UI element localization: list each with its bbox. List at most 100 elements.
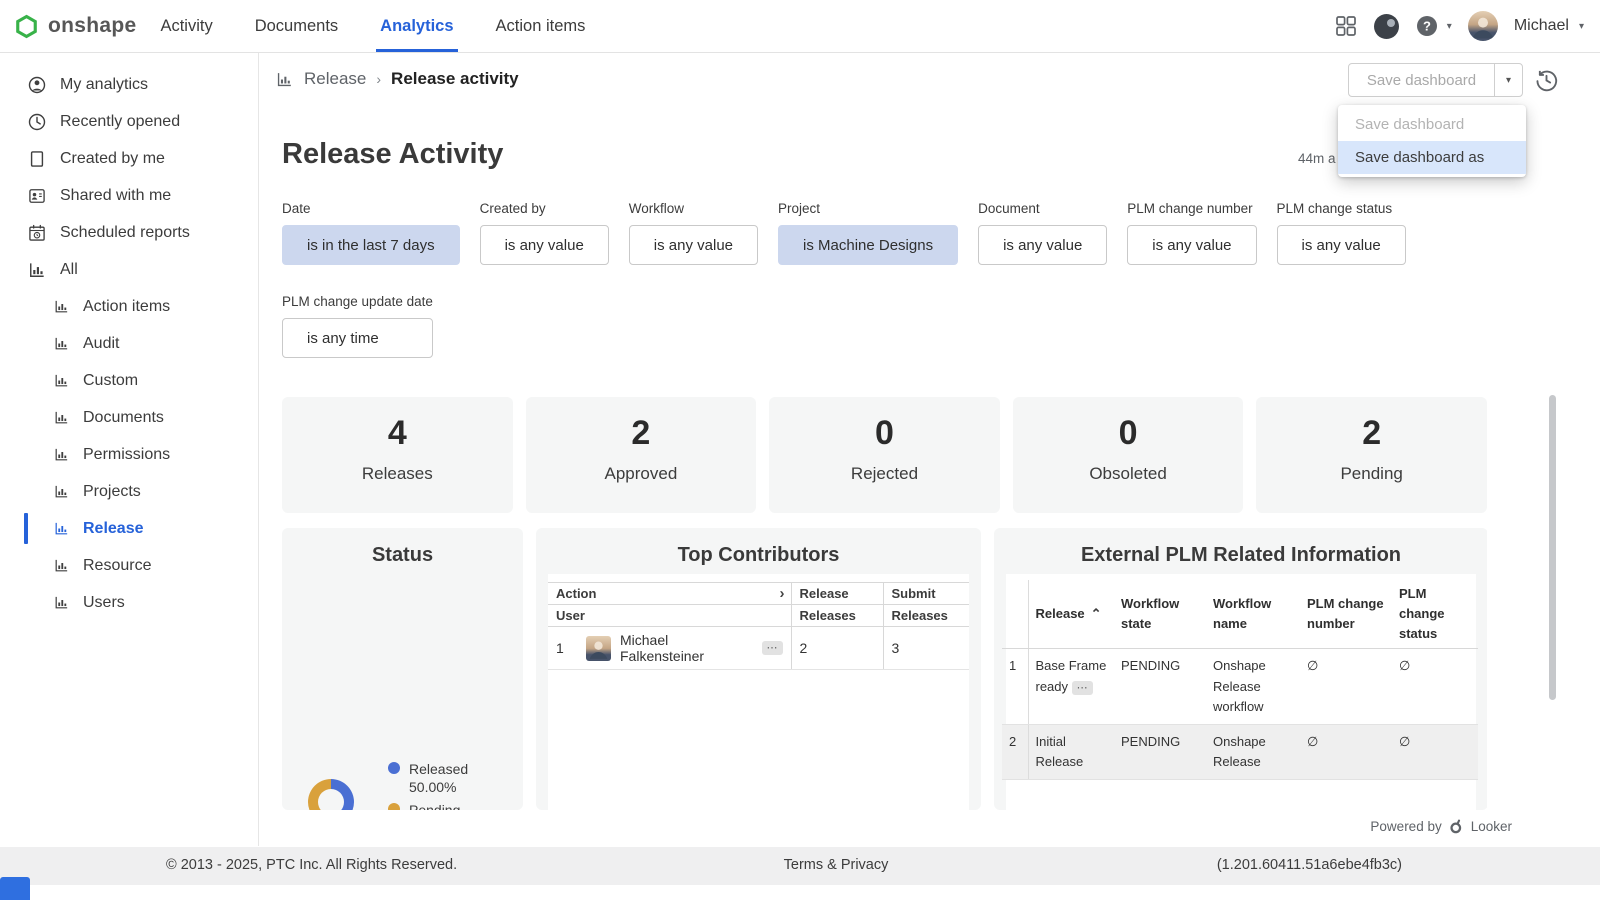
nav-analytics[interactable]: Analytics bbox=[380, 0, 453, 52]
sidebar-item-all[interactable]: All bbox=[0, 251, 258, 288]
save-dashboard-button[interactable]: Save dashboard bbox=[1348, 63, 1523, 97]
external-plm-title: External PLM Related Information bbox=[994, 544, 1487, 567]
filter-plm-change-update-date-button[interactable]: is any time bbox=[282, 318, 433, 358]
filter-workflow-button[interactable]: is any value bbox=[629, 225, 758, 265]
column-header-user[interactable]: User bbox=[548, 605, 791, 627]
dashboard-history-icon[interactable] bbox=[1534, 68, 1559, 93]
column-header-workflow-state[interactable]: Workflow state bbox=[1114, 580, 1206, 649]
filter-label: Project bbox=[778, 201, 958, 216]
row-number-header bbox=[1002, 580, 1028, 649]
user-avatar[interactable] bbox=[1468, 11, 1498, 41]
chart-icon bbox=[53, 520, 70, 537]
user-menu[interactable]: Michael bbox=[1514, 17, 1569, 35]
sidebar-item-label: Scheduled reports bbox=[60, 224, 190, 242]
status-donut bbox=[308, 779, 354, 810]
sidebar-item-action-items[interactable]: Action items bbox=[0, 288, 258, 325]
sidebar-item-custom[interactable]: Custom bbox=[0, 362, 258, 399]
filter-created-by-button[interactable]: is any value bbox=[480, 225, 609, 265]
chart-icon bbox=[53, 557, 70, 574]
kpi-value: 4 bbox=[282, 415, 513, 452]
more-icon[interactable] bbox=[1072, 681, 1093, 695]
onshape-logo[interactable]: onshape bbox=[0, 14, 136, 39]
sidebar-item-label: My analytics bbox=[60, 76, 148, 94]
external-plm-card: External PLM Related Information Release… bbox=[994, 528, 1487, 810]
help-icon[interactable] bbox=[1415, 14, 1439, 38]
vertical-scrollbar[interactable] bbox=[1549, 395, 1556, 700]
looker-logo-icon bbox=[1448, 818, 1465, 835]
user-caret-icon[interactable]: ▾ bbox=[1579, 21, 1584, 32]
onshape-logo-icon bbox=[14, 14, 39, 39]
build-version-text: (1.201.60411.51a6ebe4fb3c) bbox=[1217, 857, 1402, 873]
chart-icon bbox=[53, 298, 70, 315]
filter-label: PLM change update date bbox=[282, 294, 433, 309]
column-header-release[interactable]: Release bbox=[791, 583, 883, 605]
filter-plm-change-number-button[interactable]: is any value bbox=[1127, 225, 1256, 265]
column-header-releases-1[interactable]: Releases bbox=[791, 605, 883, 627]
copyright-text: © 2013 - 2025, PTC Inc. All Rights Reser… bbox=[166, 857, 457, 873]
apps-grid-icon[interactable] bbox=[1334, 14, 1358, 38]
column-header-releases-2[interactable]: Releases bbox=[883, 605, 969, 627]
filter-label: Created by bbox=[480, 201, 609, 216]
sidebar-item-label: Audit bbox=[83, 335, 119, 353]
filter-label: Document bbox=[978, 201, 1107, 216]
nav-activity[interactable]: Activity bbox=[160, 0, 212, 52]
save-dashboard-caret[interactable] bbox=[1494, 64, 1522, 96]
sidebar-item-label: Permissions bbox=[83, 446, 170, 464]
sort-asc-icon[interactable] bbox=[1091, 606, 1102, 621]
sidebar-item-label: Projects bbox=[83, 483, 141, 501]
sidebar-item-label: Custom bbox=[83, 372, 138, 390]
filter-plm-change-status-button[interactable]: is any value bbox=[1277, 225, 1406, 265]
column-header-workflow-name[interactable]: Workflow name bbox=[1206, 580, 1300, 649]
menu-item-save-dashboard-as[interactable]: Save dashboard as bbox=[1338, 141, 1526, 174]
column-header-plm-change-status[interactable]: PLM change status bbox=[1392, 580, 1478, 649]
filter-date-button[interactable]: is in the last 7 days bbox=[282, 225, 460, 265]
sidebar-item-resource[interactable]: Resource bbox=[0, 547, 258, 584]
sidebar-item-scheduled-reports[interactable]: Scheduled reports bbox=[0, 214, 258, 251]
filter-project-button[interactable]: is Machine Designs bbox=[778, 225, 958, 265]
sidebar-item-audit[interactable]: Audit bbox=[0, 325, 258, 362]
sidebar-item-projects[interactable]: Projects bbox=[0, 473, 258, 510]
breadcrumb: Release › Release activity bbox=[275, 69, 519, 89]
column-header-plm-change-number[interactable]: PLM change number bbox=[1300, 580, 1392, 649]
sidebar-item-documents[interactable]: Documents bbox=[0, 399, 258, 436]
brand-text: onshape bbox=[48, 14, 136, 38]
save-dashboard-label: Save dashboard bbox=[1349, 64, 1494, 96]
sidebar-item-label: Shared with me bbox=[60, 187, 171, 205]
chat-widget[interactable] bbox=[0, 877, 30, 900]
sidebar-item-users[interactable]: Users bbox=[0, 584, 258, 621]
last-updated-text: 44m a bbox=[1298, 151, 1336, 166]
sidebar-item-shared-with-me[interactable]: Shared with me bbox=[0, 177, 258, 214]
column-header-submit[interactable]: Submit bbox=[883, 583, 969, 605]
kpi-pending: 2 Pending bbox=[1256, 397, 1487, 513]
filter-project: Project is Machine Designs bbox=[778, 201, 958, 265]
chart-icon bbox=[27, 260, 47, 280]
menu-item-save-dashboard[interactable]: Save dashboard bbox=[1338, 108, 1526, 141]
kpi-value: 2 bbox=[1256, 415, 1487, 452]
sidebar-item-label: Users bbox=[83, 594, 125, 612]
expand-column-icon[interactable]: › bbox=[780, 585, 785, 602]
column-header-release[interactable]: Release bbox=[1028, 580, 1114, 649]
column-header-action[interactable]: Action › bbox=[548, 583, 791, 605]
filter-plm-change-number: PLM change number is any value bbox=[1127, 201, 1256, 265]
plm-table: Release Workflow state Workflow name PLM… bbox=[1002, 580, 1478, 780]
nav-documents[interactable]: Documents bbox=[255, 0, 338, 52]
sidebar-item-release[interactable]: Release bbox=[0, 510, 258, 547]
more-icon[interactable] bbox=[762, 641, 783, 655]
breadcrumb-release-link[interactable]: Release bbox=[304, 69, 366, 89]
sidebar-item-permissions[interactable]: Permissions bbox=[0, 436, 258, 473]
sidebar-item-label: Resource bbox=[83, 557, 151, 575]
sidebar-item-my-analytics[interactable]: My analytics bbox=[0, 66, 258, 103]
sidebar-item-created-by-me[interactable]: Created by me bbox=[0, 140, 258, 177]
filter-plm-change-status: PLM change status is any value bbox=[1277, 201, 1406, 265]
powered-by-looker[interactable]: Powered by Looker bbox=[1370, 818, 1512, 835]
terms-privacy-link[interactable]: Terms & Privacy bbox=[784, 857, 889, 873]
help-caret-icon[interactable]: ▾ bbox=[1447, 21, 1452, 32]
filter-document: Document is any value bbox=[978, 201, 1107, 265]
sidebar: My analytics Recently opened Created by … bbox=[0, 52, 259, 846]
filter-document-button[interactable]: is any value bbox=[978, 225, 1107, 265]
kpi-value: 2 bbox=[526, 415, 757, 452]
primary-nav: Activity Documents Analytics Action item… bbox=[160, 0, 585, 52]
sidebar-item-recently-opened[interactable]: Recently opened bbox=[0, 103, 258, 140]
nav-action-items[interactable]: Action items bbox=[496, 0, 586, 52]
learning-center-icon[interactable] bbox=[1374, 14, 1399, 39]
